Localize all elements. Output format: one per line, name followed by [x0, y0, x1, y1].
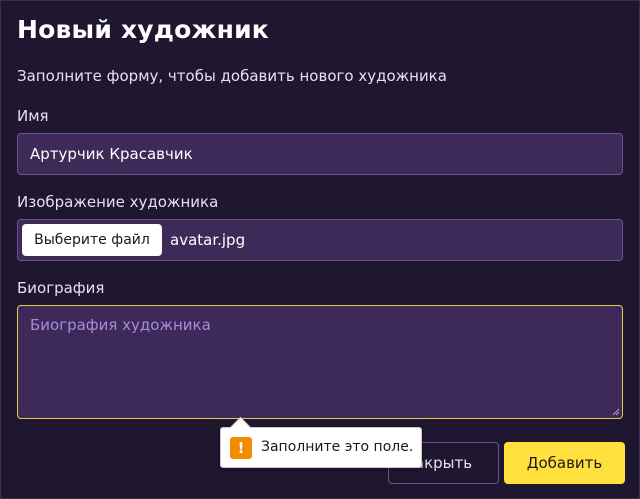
warning-icon: !: [230, 437, 252, 459]
validation-tooltip: ! Заполните это поле.: [220, 416, 422, 468]
tooltip-arrow: [229, 416, 252, 439]
dialog-subtitle: Заполните форму, чтобы добавить нового х…: [17, 67, 447, 85]
new-artist-dialog: Новый художник Заполните форму, чтобы до…: [0, 0, 640, 499]
selected-file-name: avatar.jpg: [170, 231, 246, 249]
validation-message: Заполните это поле.: [261, 439, 414, 455]
name-input[interactable]: Артурчик Красавчик: [17, 133, 623, 175]
dialog-title: Новый художник: [17, 15, 269, 44]
bio-textarea[interactable]: Биография художника: [17, 305, 623, 419]
bio-placeholder: Биография художника: [30, 316, 211, 334]
add-button[interactable]: Добавить: [504, 442, 625, 484]
close-button-label: акрыть: [414, 454, 473, 472]
bio-label: Биография: [17, 279, 105, 297]
image-label: Изображение художника: [17, 193, 219, 211]
name-label: Имя: [17, 107, 49, 125]
choose-file-button[interactable]: Выберите файл: [22, 224, 162, 256]
resize-grip-icon[interactable]: [612, 408, 620, 416]
image-file-input[interactable]: Выберите файл avatar.jpg: [17, 219, 623, 261]
